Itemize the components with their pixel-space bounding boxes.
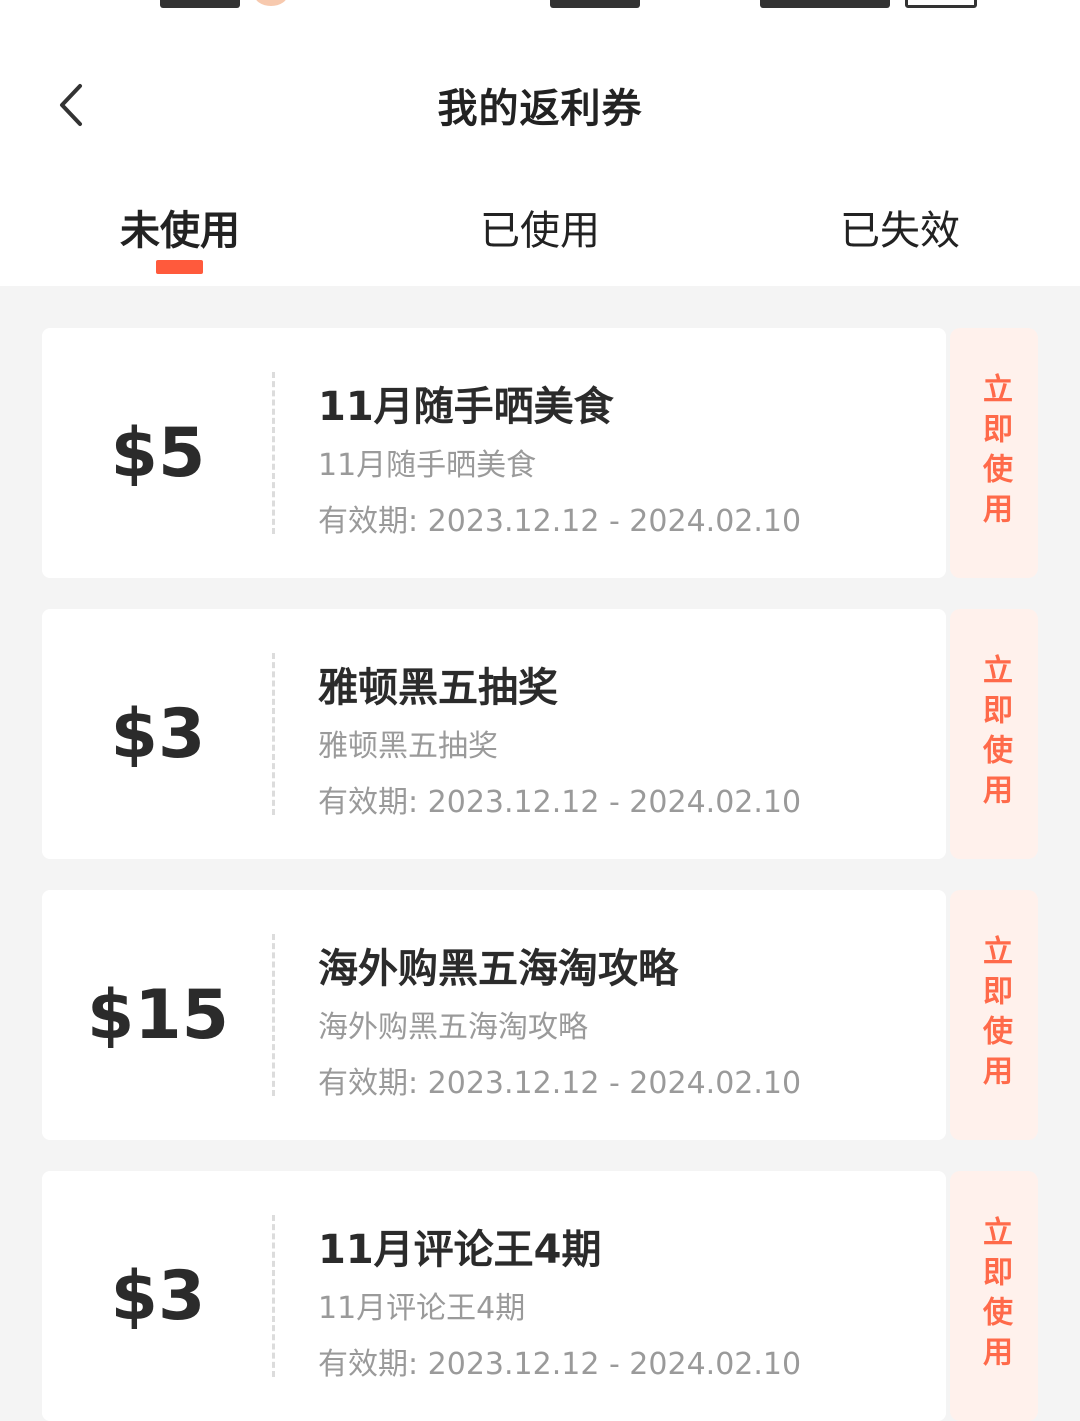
use-now-label: 立即使用 [977,654,1012,814]
coupon-title: 11月随手晒美食 [318,384,614,430]
page-header: 我的返利券 未使用 已使用 已失效 [0,14,1080,286]
status-bar [0,0,1080,14]
coupon-validity: 有效期: 2023.12.12 - 2024.02.10 [318,1347,802,1382]
coupon-subtitle: 11月随手晒美食 [318,448,537,483]
coupon-amount: $15 [87,975,229,1055]
coupon-validity: 有效期: 2023.12.12 - 2024.02.10 [318,1066,802,1101]
tab-unused[interactable]: 未使用 [30,198,330,268]
use-now-label: 立即使用 [977,935,1012,1095]
coupon-divider [272,934,275,1096]
coupon-card: $3 雅顿黑五抽奖 雅顿黑五抽奖 有效期: 2023.12.12 - 2024.… [42,609,1038,859]
coupon-subtitle: 海外购黑五海淘攻略 [318,1010,588,1045]
clock-fragment [160,0,240,8]
coupon-divider [272,653,275,815]
coupon-validity: 有效期: 2023.12.12 - 2024.02.10 [318,504,802,539]
coupon-amount: $3 [110,694,206,774]
coupon-subtitle: 11月评论王4期 [318,1291,526,1326]
tab-used[interactable]: 已使用 [390,198,690,268]
coupon-body: $5 11月随手晒美食 11月随手晒美食 有效期: 2023.12.12 - 2… [42,328,954,578]
tab-active-indicator [156,260,203,274]
coupon-body: $15 海外购黑五海淘攻略 海外购黑五海淘攻略 有效期: 2023.12.12 … [42,890,954,1140]
battery-icon [905,0,977,8]
use-now-button[interactable]: 立即使用 [950,1171,1038,1421]
tab-expired[interactable]: 已失效 [750,198,1050,268]
coupon-subtitle: 雅顿黑五抽奖 [318,729,498,764]
coupon-divider [272,1215,275,1377]
coupon-title: 11月评论王4期 [318,1227,602,1273]
coupon-title: 海外购黑五海淘攻略 [318,946,678,992]
signal-icon [760,0,890,8]
status-icons-fragment [550,0,640,8]
page-title: 我的返利券 [437,86,643,132]
coupon-body: $3 11月评论王4期 11月评论王4期 有效期: 2023.12.12 - 2… [42,1171,954,1421]
coupon-title: 雅顿黑五抽奖 [318,665,558,711]
use-now-button[interactable]: 立即使用 [950,890,1038,1140]
use-now-button[interactable]: 立即使用 [950,328,1038,578]
notification-icon [254,0,288,6]
coupon-body: $3 雅顿黑五抽奖 雅顿黑五抽奖 有效期: 2023.12.12 - 2024.… [42,609,954,859]
coupon-amount: $5 [110,413,206,493]
coupon-validity: 有效期: 2023.12.12 - 2024.02.10 [318,785,802,820]
coupon-amount: $3 [110,1256,206,1336]
coupon-divider [272,372,275,534]
coupon-card: $5 11月随手晒美食 11月随手晒美食 有效期: 2023.12.12 - 2… [42,328,1038,578]
coupon-card: $15 海外购黑五海淘攻略 海外购黑五海淘攻略 有效期: 2023.12.12 … [42,890,1038,1140]
coupon-card: $3 11月评论王4期 11月评论王4期 有效期: 2023.12.12 - 2… [42,1171,1038,1421]
use-now-label: 立即使用 [977,1216,1012,1376]
use-now-label: 立即使用 [977,373,1012,533]
use-now-button[interactable]: 立即使用 [950,609,1038,859]
